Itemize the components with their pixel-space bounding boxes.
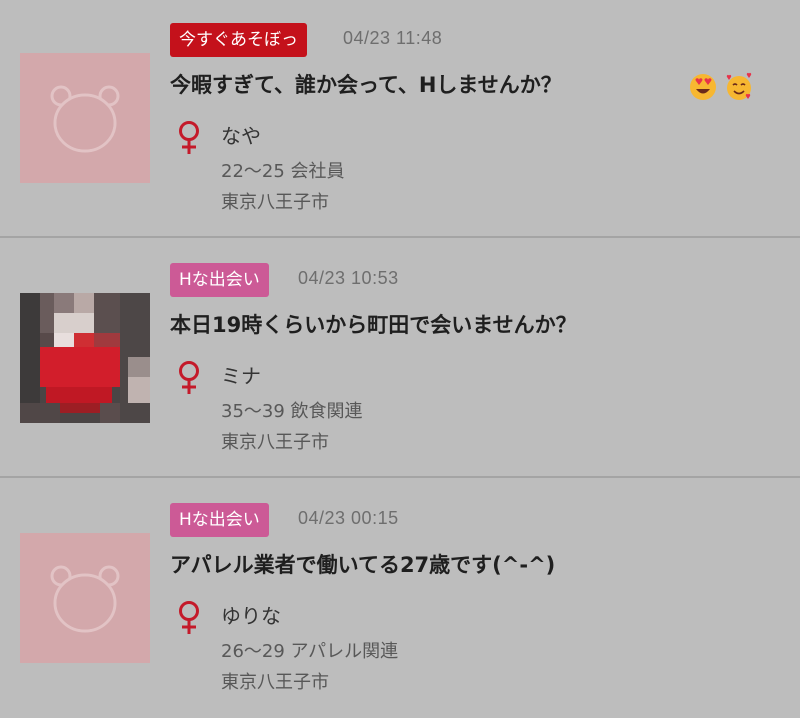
user-name[interactable]: ゆりな [221,600,281,629]
user-name[interactable]: ミナ [221,360,261,389]
post-title[interactable]: アパレル業者で働いてる27歳です(^-^) [170,549,555,579]
female-symbol-icon [176,600,202,636]
post-datetime: 04/23 00:15 [298,508,399,528]
smiling-face-with-hearts-icon [724,72,754,102]
post-item[interactable]: Hな出会い 04/23 10:53 本日19時くらいから町田で会いませんか？ ミ… [0,240,800,478]
avatar[interactable] [20,533,150,663]
post-item[interactable]: Hな出会い 04/23 00:15 アパレル業者で働いてる27歳です(^-^) … [0,480,800,718]
post-datetime: 04/23 11:48 [343,28,443,48]
category-tag[interactable]: Hな出会い [170,503,269,537]
post-title[interactable]: 本日19時くらいから町田で会いませんか？ [170,309,577,339]
user-age-job: 26～29 アパレル関連 [221,641,399,662]
avatar[interactable] [20,53,150,183]
mosaic-photo [20,293,150,423]
user-location: 東京八王子市 [221,192,329,213]
post-item[interactable]: 今すぐあそぼっ 04/23 11:48 今暇すぎて、誰か会って、Hしませんか？ [0,0,800,238]
avatar[interactable] [20,293,150,423]
post-datetime: 04/23 10:53 [298,268,399,288]
smiling-face-with-heart-eyes-icon [688,72,718,102]
category-tag[interactable]: Hな出会い [170,263,269,297]
placeholder-bear-icon [20,533,150,663]
user-location: 東京八王子市 [221,432,329,453]
user-age-job: 22～25 会社員 [221,161,345,182]
user-location: 東京八王子市 [221,672,329,693]
user-age-job: 35～39 飲食関連 [221,401,363,422]
post-list: 今すぐあそぼっ 04/23 11:48 今暇すぎて、誰か会って、Hしませんか？ [0,0,800,718]
user-name[interactable]: なや [221,120,261,149]
placeholder-bear-icon [20,53,150,183]
post-title[interactable]: 今暇すぎて、誰か会って、Hしませんか？ [170,69,562,99]
female-symbol-icon [176,120,202,156]
category-tag[interactable]: 今すぐあそぼっ [170,23,307,57]
female-symbol-icon [176,360,202,396]
